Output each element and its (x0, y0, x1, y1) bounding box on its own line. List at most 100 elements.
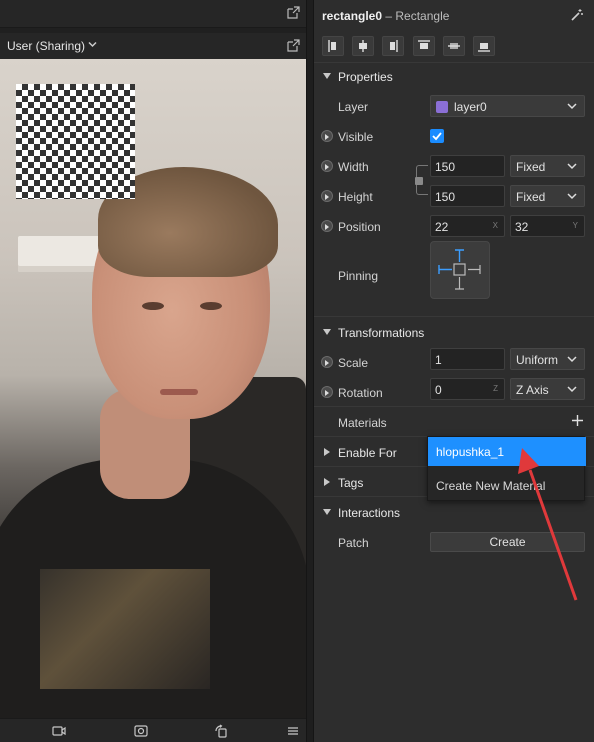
material-option[interactable]: hlopushka_1 (428, 437, 586, 466)
layer-color-swatch (436, 101, 448, 113)
menu-icon[interactable] (286, 724, 300, 738)
patch-row: Patch Create (314, 528, 594, 558)
object-name: rectangle0 (322, 9, 383, 23)
visible-checkbox[interactable] (430, 129, 444, 143)
axis-hint-z: Z (493, 384, 498, 393)
height-mode-select[interactable]: Fixed (510, 185, 585, 207)
width-mode-select[interactable]: Fixed (510, 155, 585, 177)
scale-input[interactable]: 1 (430, 348, 505, 370)
width-row: Width 150 Fixed (314, 152, 594, 182)
axis-hint-y: Y (572, 221, 578, 230)
create-new-material-option[interactable]: Create New Material (428, 471, 586, 500)
layer-row: Layer layer0 (314, 92, 594, 122)
expand-triangle-icon[interactable] (324, 448, 330, 456)
chevron-down-icon (567, 163, 577, 170)
rotate-device-icon[interactable] (214, 724, 228, 738)
section-label: Tags (338, 476, 364, 490)
viewport-bottom-toolbar (0, 718, 306, 742)
align-center-vertical-button[interactable] (443, 36, 465, 56)
axis-hint-x: X (492, 221, 498, 230)
height-row: Height 150 Fixed (314, 182, 594, 212)
viewport-top-toolbar (0, 0, 306, 28)
camera-preview[interactable] (0, 59, 306, 718)
layer-value: layer0 (454, 100, 487, 114)
chevron-down-icon (567, 193, 577, 200)
align-bottom-button[interactable] (473, 36, 495, 56)
divider (314, 316, 594, 317)
collapse-triangle-icon[interactable] (323, 73, 331, 79)
position-x-value: 22 (435, 220, 449, 234)
height-mode-value: Fixed (516, 190, 546, 204)
add-material-icon[interactable] (572, 415, 583, 426)
rectangle-object[interactable] (16, 84, 135, 199)
scale-row: Scale 1 Uniform (314, 348, 594, 378)
section-label: Enable For (338, 446, 397, 460)
patch-arrow-icon[interactable] (321, 386, 333, 398)
person-eye-right (200, 302, 222, 310)
align-top-button[interactable] (413, 36, 435, 56)
collapse-triangle-icon[interactable] (323, 329, 331, 335)
position-y-input[interactable]: 32 Y (510, 215, 585, 237)
layer-select[interactable]: layer0 (430, 95, 585, 117)
pinning-widget[interactable] (430, 241, 490, 299)
materials-row: Materials (314, 408, 594, 438)
materials-dropdown: hlopushka_1 Create New Material (427, 436, 586, 501)
rotation-axis-value: Z Axis (516, 383, 549, 397)
patch-arrow-icon[interactable] (321, 130, 333, 142)
rotation-axis-select[interactable]: Z Axis (510, 378, 585, 400)
height-input[interactable]: 150 (430, 185, 505, 207)
popout-icon[interactable] (287, 39, 300, 52)
inspector-title: rectangle0 – Rectangle (322, 9, 449, 23)
position-label: Position (338, 220, 381, 234)
patch-arrow-icon[interactable] (321, 220, 333, 232)
shirt-print (40, 569, 210, 689)
properties-section-header[interactable]: Properties (314, 62, 594, 92)
transformations-section-header[interactable]: Transformations (314, 318, 594, 348)
patch-arrow-icon[interactable] (321, 190, 333, 202)
divider (314, 406, 594, 407)
chevron-down-icon (567, 386, 577, 393)
pinning-icon (438, 249, 481, 290)
position-x-input[interactable]: 22 X (430, 215, 505, 237)
rotation-row: Rotation 0 Z Z Axis (314, 378, 594, 408)
popout-icon[interactable] (287, 6, 300, 19)
position-y-value: 32 (515, 220, 529, 234)
interactions-section-header[interactable]: Interactions (314, 498, 594, 528)
view-selector-label[interactable]: User (Sharing) (7, 39, 85, 53)
chevron-down-icon (567, 103, 577, 110)
panel-divider[interactable] (306, 0, 314, 742)
align-center-horizontal-button[interactable] (352, 36, 374, 56)
chevron-down-icon (567, 356, 577, 363)
flip-camera-icon[interactable] (134, 724, 148, 738)
patch-arrow-icon[interactable] (321, 160, 333, 172)
materials-label: Materials (338, 416, 387, 430)
expand-triangle-icon[interactable] (324, 478, 330, 486)
person-mouth (160, 389, 198, 395)
chevron-down-icon[interactable] (88, 41, 97, 48)
rotation-input[interactable]: 0 Z (430, 378, 505, 400)
magic-wand-icon[interactable] (570, 8, 584, 22)
scale-mode-select[interactable]: Uniform (510, 348, 585, 370)
height-label: Height (338, 190, 373, 204)
width-mode-value: Fixed (516, 160, 546, 174)
patch-label: Patch (338, 536, 369, 550)
create-patch-button[interactable]: Create (430, 532, 585, 552)
scale-label: Scale (338, 356, 369, 370)
width-input[interactable]: 150 (430, 155, 505, 177)
scale-mode-value: Uniform (516, 353, 559, 367)
checkmark-icon (432, 132, 442, 141)
align-left-button[interactable] (322, 36, 344, 56)
video-camera-icon[interactable] (52, 724, 66, 738)
viewport-header: User (Sharing) (0, 33, 306, 59)
pinning-label: Pinning (338, 269, 379, 283)
patch-arrow-icon[interactable] (321, 356, 333, 368)
section-label: Properties (338, 70, 393, 84)
person-eye-left (142, 302, 164, 310)
visible-label: Visible (338, 130, 374, 144)
layer-label: Layer (338, 100, 369, 114)
rotation-label: Rotation (338, 386, 383, 400)
align-right-button[interactable] (382, 36, 404, 56)
rotation-value: 0 (435, 383, 442, 397)
collapse-triangle-icon[interactable] (323, 509, 331, 515)
object-type: – Rectangle (385, 9, 450, 23)
